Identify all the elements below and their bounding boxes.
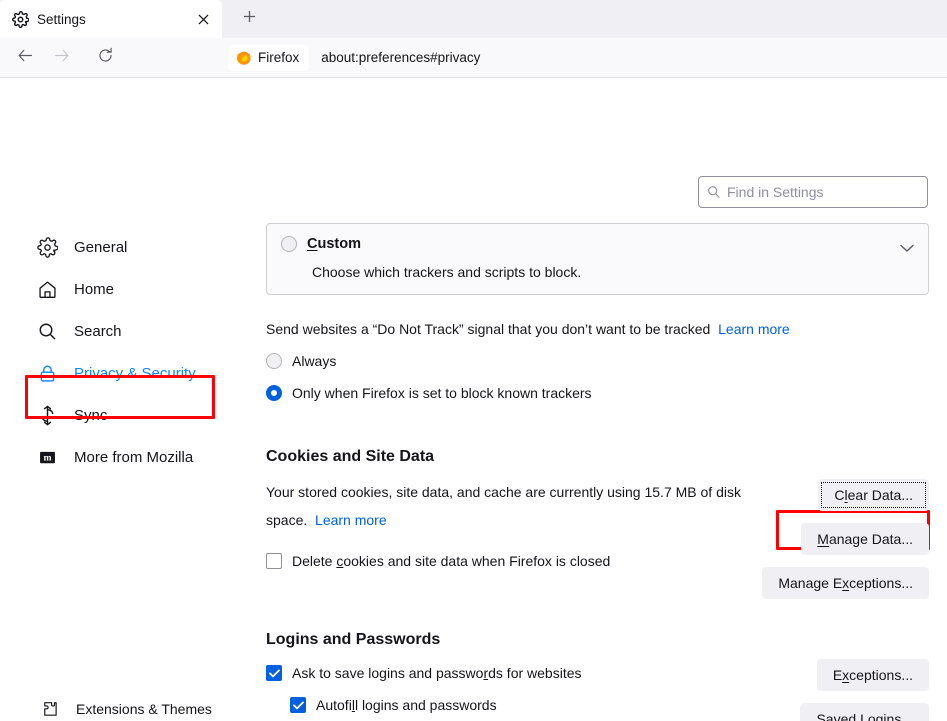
search-icon (36, 320, 58, 342)
sidebar-item-label: General (74, 238, 128, 256)
custom-radio[interactable] (281, 236, 297, 252)
dnt-option-only-when-blocking[interactable]: Only when Firefox is set to block known … (266, 385, 929, 401)
cookies-button-column: Clear Data... Manage Data... Manage Exce… (762, 479, 929, 599)
sidebar-item-label: Privacy & Security (74, 364, 196, 382)
do-not-track-description: Send websites a “Do Not Track” signal th… (266, 321, 929, 337)
dnt-text: Send websites a “Do Not Track” signal th… (266, 321, 711, 337)
radio-only-when-blocking[interactable] (266, 385, 282, 401)
radio-always[interactable] (266, 353, 282, 369)
svg-text:m: m (43, 452, 51, 463)
plus-icon (243, 10, 256, 28)
search-input[interactable] (727, 184, 919, 200)
radio-label: Always (292, 353, 337, 369)
sidebar-item-sync[interactable]: Sync (30, 397, 212, 433)
identity-label: Firefox (258, 50, 300, 65)
cookies-description: Your stored cookies, site data, and cach… (266, 478, 746, 534)
logins-exceptions-button[interactable]: Exceptions... (816, 659, 929, 691)
find-in-settings[interactable] (698, 176, 928, 208)
checkbox-label: Ask to save logins and passwords for web… (292, 665, 582, 681)
mozilla-m-icon: m (36, 446, 58, 468)
tab-bar: Settings (0, 0, 947, 38)
footer-item-label: Extensions & Themes (76, 701, 212, 717)
saved-logins-button[interactable]: Saved Logins... (800, 703, 929, 721)
puzzle-piece-icon (40, 699, 60, 719)
dnt-option-always[interactable]: Always (266, 353, 929, 369)
logins-button-column: Exceptions... Saved Logins... (800, 659, 929, 721)
autofill-logins-checkbox[interactable] (290, 697, 306, 713)
new-tab-button[interactable] (234, 4, 264, 34)
dnt-learn-more-link[interactable]: Learn more (718, 321, 790, 337)
browser-tab-settings[interactable]: Settings (0, 0, 222, 38)
sidebar-item-more-from-mozilla[interactable]: m More from Mozilla (30, 439, 212, 475)
sidebar-item-label: Search (74, 322, 122, 340)
manage-data-button[interactable]: Manage Data... (801, 523, 929, 555)
sidebar-item-search[interactable]: Search (30, 313, 212, 349)
arrow-right-icon (53, 47, 70, 69)
chevron-down-icon[interactable] (900, 240, 914, 258)
ask-to-save-logins-checkbox[interactable] (266, 665, 282, 681)
custom-panel-description: Choose which trackers and scripts to blo… (312, 264, 582, 280)
checkbox-label: Delete cookies and site data when Firefo… (292, 553, 611, 569)
cookies-learn-more-link[interactable]: Learn more (315, 512, 387, 528)
search-box[interactable] (698, 176, 928, 208)
tab-title: Settings (37, 11, 86, 27)
checkbox-label: Autofill logins and passwords (316, 697, 497, 713)
section-heading: Cookies and Site Data (266, 448, 435, 465)
sidebar-item-home[interactable]: Home (30, 271, 212, 307)
gear-icon (12, 10, 30, 28)
delete-cookies-checkbox[interactable] (266, 553, 282, 569)
back-button[interactable] (8, 42, 42, 74)
sidebar-item-label: Home (74, 280, 115, 298)
url-bar[interactable]: Firefox about:preferences#privacy (228, 43, 937, 73)
gear-icon (36, 236, 58, 258)
sidebar-item-extensions-themes[interactable]: Extensions & Themes (40, 693, 250, 721)
settings-main-content: Custom Choose which trackers and scripts… (266, 223, 929, 721)
sidebar-item-general[interactable]: General (30, 229, 212, 265)
section-heading: Logins and Passwords (266, 631, 441, 648)
firefox-logo-icon (236, 50, 252, 66)
sidebar-item-privacy-security[interactable]: Privacy & Security (30, 355, 212, 391)
reload-button[interactable] (88, 42, 122, 74)
url-text[interactable]: about:preferences#privacy (321, 50, 480, 65)
sidebar-footer: Extensions & Themes Firefox Support (0, 693, 250, 721)
logins-and-passwords-section: Logins and Passwords Ask to save logins … (266, 631, 929, 721)
search-icon (707, 185, 721, 199)
settings-page: General Home Search (0, 78, 947, 721)
custom-panel-title: Custom (307, 236, 361, 252)
identity-chip[interactable]: Firefox (228, 44, 310, 71)
arrow-left-icon (17, 47, 34, 69)
sidebar-item-label: Sync (74, 406, 108, 424)
home-icon (36, 278, 58, 300)
settings-sidebar: General Home Search Privacy & Security S… (0, 223, 250, 481)
reload-icon (97, 47, 114, 69)
etp-custom-panel[interactable]: Custom Choose which trackers and scripts… (266, 223, 929, 295)
clear-data-button[interactable]: Clear Data... (818, 479, 929, 511)
navigation-toolbar: Firefox about:preferences#privacy (0, 38, 947, 78)
forward-button (44, 42, 78, 74)
manage-exceptions-button[interactable]: Manage Exceptions... (762, 567, 929, 599)
cookies-and-site-data-section: Cookies and Site Data Your stored cookie… (266, 448, 929, 599)
sidebar-item-label: More from Mozilla (74, 448, 194, 466)
close-icon[interactable] (192, 8, 214, 30)
lock-icon (36, 362, 58, 384)
sync-icon (36, 404, 58, 426)
custom-panel-header: Custom (281, 236, 914, 252)
radio-label: Only when Firefox is set to block known … (292, 385, 592, 401)
